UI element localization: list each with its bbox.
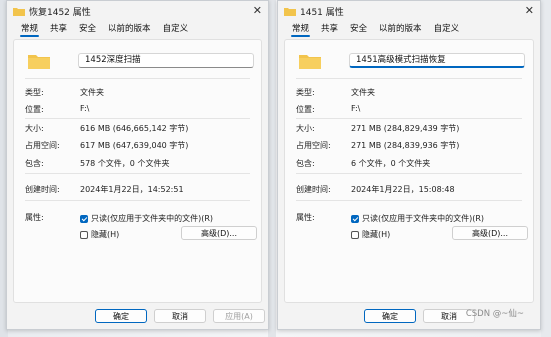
location-value: F:\ (351, 104, 361, 113)
created-value: 2024年1月22日，14:52:51 (80, 185, 184, 194)
divider (25, 173, 250, 174)
divider (296, 78, 522, 79)
size-label: 大小: (296, 124, 315, 133)
disk-size-row: 占用空间: 271 MB (284,839,936 字节) (296, 140, 459, 151)
readonly-checkbox[interactable] (351, 214, 359, 223)
type-row: 类型: 文件夹 (296, 87, 375, 98)
close-icon[interactable]: ✕ (253, 4, 262, 17)
tab-general[interactable]: 常规 (15, 22, 44, 37)
properties-dialog-1452: 恢复1452 属性 ✕ 常规 共享 安全 以前的版本 自定义 类型: 文件夹 位置… (6, 0, 269, 330)
contains-label: 包含: (25, 159, 44, 168)
created-label: 创建时间: (25, 185, 60, 194)
tab-previous-versions[interactable]: 以前的版本 (102, 22, 157, 37)
contains-label: 包含: (296, 159, 315, 168)
created-value: 2024年1月22日，15:08:48 (351, 185, 455, 194)
contains-row: 包含: 578 个文件，0 个文件夹 (25, 158, 169, 169)
disk-size-label: 占用空间: (25, 141, 60, 150)
location-row: 位置: F:\ (25, 104, 89, 115)
size-row: 大小: 271 MB (284,829,439 字节) (296, 123, 459, 134)
tab-general[interactable]: 常规 (286, 22, 315, 37)
title-bar[interactable]: 恢复1452 属性 ✕ (7, 1, 268, 21)
location-row: 位置: F:\ (296, 104, 360, 115)
type-label: 类型: (296, 88, 315, 97)
location-label: 位置: (296, 105, 315, 114)
divider (296, 118, 522, 119)
size-value: 616 MB (646,665,142 字节) (80, 124, 189, 133)
location-value: F:\ (80, 104, 90, 113)
readonly-checkbox-row[interactable]: 只读(仅应用于文件夹中的文件)(R) (80, 213, 213, 224)
contains-value: 6 个文件，0 个文件夹 (351, 159, 431, 168)
disk-size-value: 617 MB (647,639,040 字节) (80, 141, 189, 150)
created-row: 创建时间: 2024年1月22日，14:52:51 (25, 184, 184, 195)
folder-icon (299, 55, 321, 69)
folder-icon (284, 7, 296, 16)
disk-size-value: 271 MB (284,839,936 字节) (351, 141, 460, 150)
readonly-checkbox[interactable] (80, 214, 88, 223)
close-icon[interactable]: ✕ (525, 4, 534, 17)
divider (296, 173, 522, 174)
created-label: 创建时间: (296, 185, 331, 194)
window-title: 1451 属性 (300, 7, 344, 18)
ok-button[interactable]: 确定 (364, 309, 416, 323)
hidden-label: 隐藏(H) (91, 230, 120, 239)
advanced-button[interactable]: 高级(D)... (181, 226, 257, 240)
title-bar[interactable]: 1451 属性 ✕ (278, 1, 540, 21)
ok-button[interactable]: 确定 (95, 309, 147, 323)
hidden-label: 隐藏(H) (362, 230, 391, 239)
folder-icon (13, 7, 25, 16)
general-panel: 类型: 文件夹 位置: F:\ 大小: 616 MB (646,665,142 字节)… (13, 39, 262, 303)
tab-security[interactable]: 安全 (73, 22, 102, 37)
readonly-label: 只读(仅应用于文件夹中的文件)(R) (362, 214, 485, 223)
divider (25, 78, 250, 79)
cancel-button[interactable]: 取消 (154, 309, 206, 323)
size-label: 大小: (25, 124, 44, 133)
attributes-label: 属性: (296, 213, 315, 222)
readonly-label: 只读(仅应用于文件夹中的文件)(R) (91, 214, 214, 223)
folder-icon (28, 55, 50, 69)
hidden-checkbox[interactable] (351, 230, 359, 239)
size-row: 大小: 616 MB (646,665,142 字节) (25, 123, 188, 134)
attributes-row: 属性: (25, 212, 80, 223)
location-label: 位置: (25, 105, 44, 114)
background-window-gap (268, 0, 276, 337)
advanced-button[interactable]: 高级(D)... (452, 226, 528, 240)
divider (25, 118, 250, 119)
properties-dialog-1451: 1451 属性 ✕ 常规 共享 安全 以前的版本 自定义 类型: 文件夹 位置: F… (277, 0, 541, 330)
tab-customize[interactable]: 自定义 (428, 22, 466, 37)
tab-customize[interactable]: 自定义 (157, 22, 195, 37)
readonly-checkbox-row[interactable]: 只读(仅应用于文件夹中的文件)(R) (351, 213, 484, 224)
type-value: 文件夹 (80, 88, 104, 97)
contains-value: 578 个文件，0 个文件夹 (80, 159, 170, 168)
tab-security[interactable]: 安全 (344, 22, 373, 37)
size-value: 271 MB (284,829,439 字节) (351, 124, 460, 133)
hidden-checkbox-row[interactable]: 隐藏(H) (351, 229, 390, 240)
tab-sharing[interactable]: 共享 (44, 22, 73, 37)
folder-name-input[interactable] (349, 53, 525, 68)
tab-bar: 常规 共享 安全 以前的版本 自定义 (278, 21, 540, 37)
divider (296, 200, 522, 201)
window-title: 恢复1452 属性 (29, 7, 91, 18)
tab-sharing[interactable]: 共享 (315, 22, 344, 37)
attributes-label: 属性: (25, 213, 44, 222)
created-row: 创建时间: 2024年1月22日，15:08:48 (296, 184, 455, 195)
attributes-row: 属性: (296, 212, 351, 223)
hidden-checkbox-row[interactable]: 隐藏(H) (80, 229, 119, 240)
watermark: CSDN @~仙~ (465, 309, 524, 319)
background-window-edge-right (541, 0, 551, 337)
tab-bar: 常规 共享 安全 以前的版本 自定义 (7, 21, 268, 37)
contains-row: 包含: 6 个文件，0 个文件夹 (296, 158, 430, 169)
disk-size-row: 占用空间: 617 MB (647,639,040 字节) (25, 140, 188, 151)
hidden-checkbox[interactable] (80, 230, 88, 239)
apply-button[interactable]: 应用(A) (213, 309, 265, 323)
type-value: 文件夹 (351, 88, 375, 97)
dialog-footer: 确定 取消 应用(A) (7, 299, 268, 329)
type-row: 类型: 文件夹 (25, 87, 104, 98)
disk-size-label: 占用空间: (296, 141, 331, 150)
divider (25, 200, 250, 201)
tab-previous-versions[interactable]: 以前的版本 (373, 22, 428, 37)
folder-name-input[interactable] (78, 53, 254, 68)
type-label: 类型: (25, 88, 44, 97)
general-panel: 类型: 文件夹 位置: F:\ 大小: 271 MB (284,829,439 字节)… (284, 39, 534, 303)
